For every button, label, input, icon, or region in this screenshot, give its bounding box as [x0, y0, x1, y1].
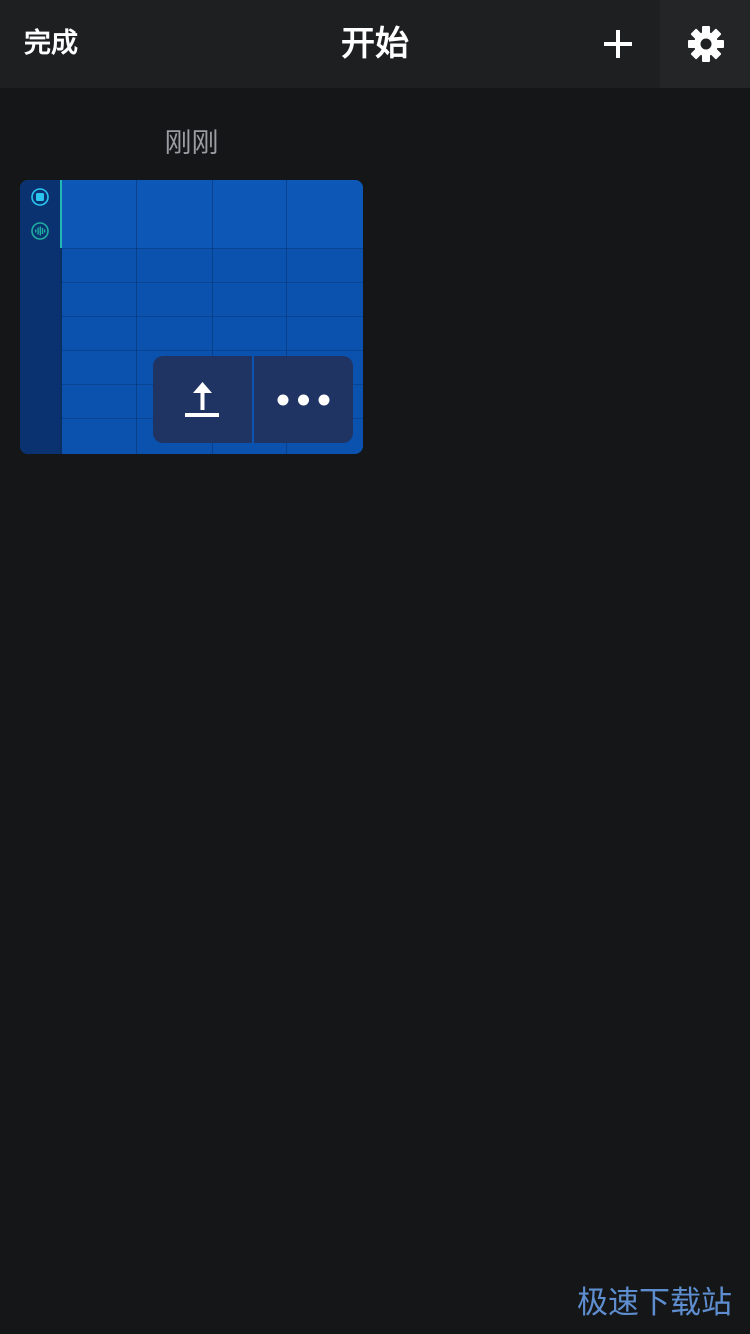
section-label-recent: 刚刚: [164, 128, 219, 159]
plus-icon: [604, 30, 632, 58]
grid-row-line: [62, 282, 363, 283]
watermark-text: 极速下载站: [577, 1285, 732, 1321]
grid-row-line: [62, 316, 363, 317]
top-navbar: 完成 开始: [0, 0, 750, 88]
share-button[interactable]: [153, 356, 252, 443]
record-track-icon: [31, 188, 49, 206]
more-dots-icon: [277, 394, 330, 406]
project-card[interactable]: [20, 180, 363, 454]
card-actions: [153, 356, 353, 443]
card-header-track: [20, 180, 363, 248]
gear-icon: [688, 26, 724, 62]
audio-track-icon: [31, 222, 49, 240]
settings-button[interactable]: [682, 20, 730, 68]
grid-line: [136, 180, 137, 454]
add-button[interactable]: [594, 20, 642, 68]
share-upload-icon: [185, 382, 219, 417]
grid-row-line: [62, 350, 363, 351]
screen: 完成 开始 刚刚 极速下载站: [0, 0, 750, 1334]
grid-row-line: [62, 248, 363, 249]
more-button[interactable]: [254, 356, 353, 443]
playhead: [60, 180, 62, 248]
